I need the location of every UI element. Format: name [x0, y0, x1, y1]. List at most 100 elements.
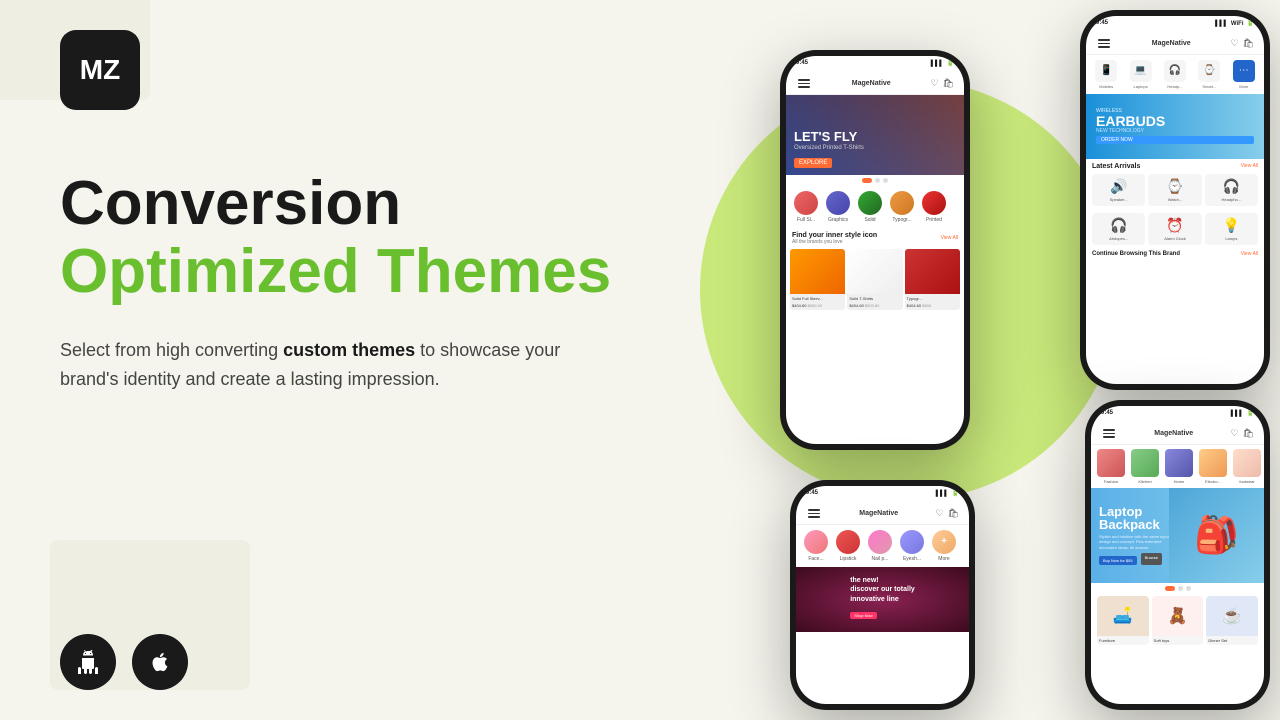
time-2: 9:45	[1096, 20, 1108, 27]
fashion-cat-electro[interactable]: Electro...	[1199, 449, 1227, 484]
platform-icons-container	[60, 634, 188, 690]
fashion-cat-row: Fashion Kitchen Home Electro... footwear	[1091, 445, 1264, 488]
arrival-speaker[interactable]: 🔊 Speaker...	[1092, 174, 1145, 206]
beauty-cat-face[interactable]: Face...	[802, 530, 830, 562]
browse-view[interactable]: View All	[1241, 251, 1258, 257]
elec-banner-title: EARBUDS	[1096, 114, 1254, 128]
bp-prod-dinnerset[interactable]: ☕ Dinner Set	[1206, 596, 1258, 645]
ios-icon[interactable]	[132, 634, 188, 690]
phones-container: 9:45 ▌▌▌ 🔋 MageNative ♡ 🛍	[660, 0, 1280, 720]
cat-label-2: Graphics	[828, 217, 848, 223]
beauty-banner-text: the new!discover our totallyinnovative l…	[850, 576, 915, 603]
explore-button-1[interactable]: EXPLORE	[794, 158, 832, 168]
time-3: 9:45	[806, 490, 818, 497]
phone-backpack: 9:45 ▌▌▌ 🔋 MageNative ♡ 🛍	[1085, 400, 1270, 710]
section-header-2: Latest Arrivals View All	[1086, 159, 1264, 172]
bp-prod-softtoys[interactable]: 🧸 Soft toys	[1152, 596, 1204, 645]
bp-product-grid: 🛋️ Furniture 🧸 Soft toys ☕ Dinner Set	[1091, 594, 1264, 647]
banner-dots-4	[1091, 583, 1264, 594]
arrivals-grid-2: 🎧 Airdopes... ⏰ Alarm Clock 💡 Lamps	[1086, 211, 1264, 247]
app-header-2: MageNative ♡ 🛍	[1086, 29, 1264, 55]
beauty-cat-more[interactable]: + More	[930, 530, 958, 562]
beauty-banner: the new!discover our totallyinnovative l…	[796, 567, 969, 632]
fashion-cat-fashion[interactable]: Fashion	[1097, 449, 1125, 484]
elec-cat-more[interactable]: ⋯ More	[1228, 60, 1260, 89]
clothing-name-3: Typogr...	[905, 294, 960, 303]
shop-now-btn[interactable]: Shop Now	[850, 612, 876, 619]
headline-line2: Optimized Themes	[60, 238, 700, 306]
banner-content-1: LET'S FLY Oversized Printed T-Shirts EXP…	[794, 130, 864, 168]
hamburger-menu-3[interactable]	[806, 507, 822, 520]
hero-body: Select from high converting custom theme…	[60, 336, 580, 394]
beauty-cat-lipstick[interactable]: Lipstick	[834, 530, 862, 562]
cat-item-3[interactable]: Solid	[856, 191, 884, 223]
browse-section: Continue Browsing This Brand View All	[1086, 247, 1264, 261]
elec-cat-smart[interactable]: ⌚ Smart...	[1193, 60, 1225, 89]
arrivals-title: Latest Arrivals	[1092, 163, 1140, 170]
cat-item-1[interactable]: Full Sl...	[792, 191, 820, 223]
banner-sub-1: Oversized Printed T-Shirts	[794, 145, 864, 151]
hamburger-menu-1[interactable]	[796, 77, 812, 90]
arrival-headphones[interactable]: 🎧 Headpho...	[1205, 174, 1258, 206]
logo-letters: MZ	[80, 56, 120, 84]
arrival-airdopes[interactable]: 🎧 Airdopes...	[1092, 213, 1145, 245]
view-all-2[interactable]: View All	[1241, 163, 1258, 169]
buy-now-btn[interactable]: Buy Now for $55	[1099, 556, 1137, 565]
cat-label-1: Full Sl...	[797, 217, 815, 223]
time-4: 9:45	[1101, 410, 1113, 417]
body-bold: custom themes	[283, 340, 415, 360]
elec-cat-laptops[interactable]: 💻 Laptops	[1124, 60, 1156, 89]
phone-backpack-screen: 9:45 ▌▌▌ 🔋 MageNative ♡ 🛍	[1091, 406, 1264, 704]
banner-text-1: LET'S FLY	[794, 130, 864, 144]
status-bar-1: 9:45 ▌▌▌ 🔋	[786, 56, 964, 69]
browse-btn[interactable]: Browse	[1141, 553, 1162, 565]
view-all-1[interactable]: View All	[941, 235, 958, 241]
arrival-watch[interactable]: ⌚ Watch...	[1148, 174, 1201, 206]
backpack-banner: 🎒 LaptopBackpack Stylish and intuitive w…	[1091, 488, 1264, 583]
fashion-cat-kitchen[interactable]: Kitchen	[1131, 449, 1159, 484]
app-logo-1: MageNative	[852, 80, 891, 87]
banner-1: LET'S FLY Oversized Printed T-Shirts EXP…	[786, 95, 964, 175]
phone-fashion: 9:45 ▌▌▌ 🔋 MageNative ♡ 🛍	[780, 50, 970, 450]
fashion-cat-home[interactable]: Home	[1165, 449, 1193, 484]
hero-section: Conversion Optimized Themes Select from …	[60, 170, 700, 394]
elec-cat-mobiles[interactable]: 📱 Mobiles	[1090, 60, 1122, 89]
phone-beauty-screen: 9:45 ▌▌▌ 🔋 MageNative ♡ 🛍	[796, 486, 969, 704]
clothing-grid-1: Solid Full Sleev... $404.60 $500.00 Soli…	[786, 247, 964, 312]
phone-electronics-screen: 9:45 ▌▌▌ WiFi 🔋 MageNative ♡ 🛍	[1086, 16, 1264, 384]
backpack-desc: Stylish and intuitive with the same inpu…	[1099, 534, 1179, 550]
beauty-cat-nail[interactable]: Nail p...	[866, 530, 894, 562]
app-logo-3: MageNative	[859, 510, 898, 517]
hamburger-menu-2[interactable]	[1096, 37, 1112, 50]
clothing-card-2[interactable]: Solid T-Shirts $404.60 $500.60	[847, 249, 902, 310]
cat-item-2[interactable]: Graphics	[824, 191, 852, 223]
clothing-name-2: Solid T-Shirts	[847, 294, 902, 303]
elec-cat-headphones[interactable]: 🎧 Headp...	[1159, 60, 1191, 89]
section-header-1: Find your inner style icon All the brand…	[786, 228, 964, 247]
status-icons-2: ▌▌▌ WiFi 🔋	[1215, 20, 1254, 27]
bp-prod-furniture[interactable]: 🛋️ Furniture	[1097, 596, 1149, 645]
order-now-btn[interactable]: ORDER NOW	[1096, 136, 1254, 144]
arrival-lamps[interactable]: 💡 Lamps	[1205, 213, 1258, 245]
cat-item-4[interactable]: Typogr...	[888, 191, 916, 223]
clothing-card-3[interactable]: Typogr... $404.60 $500	[905, 249, 960, 310]
cat-item-5[interactable]: Printed	[920, 191, 948, 223]
cat-label-5: Printed	[926, 217, 942, 223]
clothing-price-1: $404.60 $500.00	[790, 303, 845, 310]
fashion-cat-footwear[interactable]: footwear	[1233, 449, 1261, 484]
android-icon[interactable]	[60, 634, 116, 690]
app-header-4: MageNative ♡ 🛍	[1091, 419, 1264, 445]
elec-banner: WIRELESS EARBUDS NEW TECHNOLOGY ORDER NO…	[1086, 94, 1264, 159]
clothing-price-3: $404.60 $500	[905, 303, 960, 310]
arrival-alarm[interactable]: ⏰ Alarm Clock	[1148, 213, 1201, 245]
banner-dots-1	[786, 175, 964, 186]
status-bar-2: 9:45 ▌▌▌ WiFi 🔋	[1086, 16, 1264, 29]
phone-beauty: 9:45 ▌▌▌ 🔋 MageNative ♡ 🛍	[790, 480, 975, 710]
beauty-cat-eye[interactable]: Eyesh...	[898, 530, 926, 562]
phone-fashion-screen: 9:45 ▌▌▌ 🔋 MageNative ♡ 🛍	[786, 56, 964, 444]
hamburger-menu-4[interactable]	[1101, 427, 1117, 440]
app-header-3: MageNative ♡ 🛍	[796, 499, 969, 525]
time-1: 9:45	[796, 60, 808, 67]
elec-banner-sub: NEW TECHNOLOGY	[1096, 128, 1254, 134]
clothing-card-1[interactable]: Solid Full Sleev... $404.60 $500.00	[790, 249, 845, 310]
